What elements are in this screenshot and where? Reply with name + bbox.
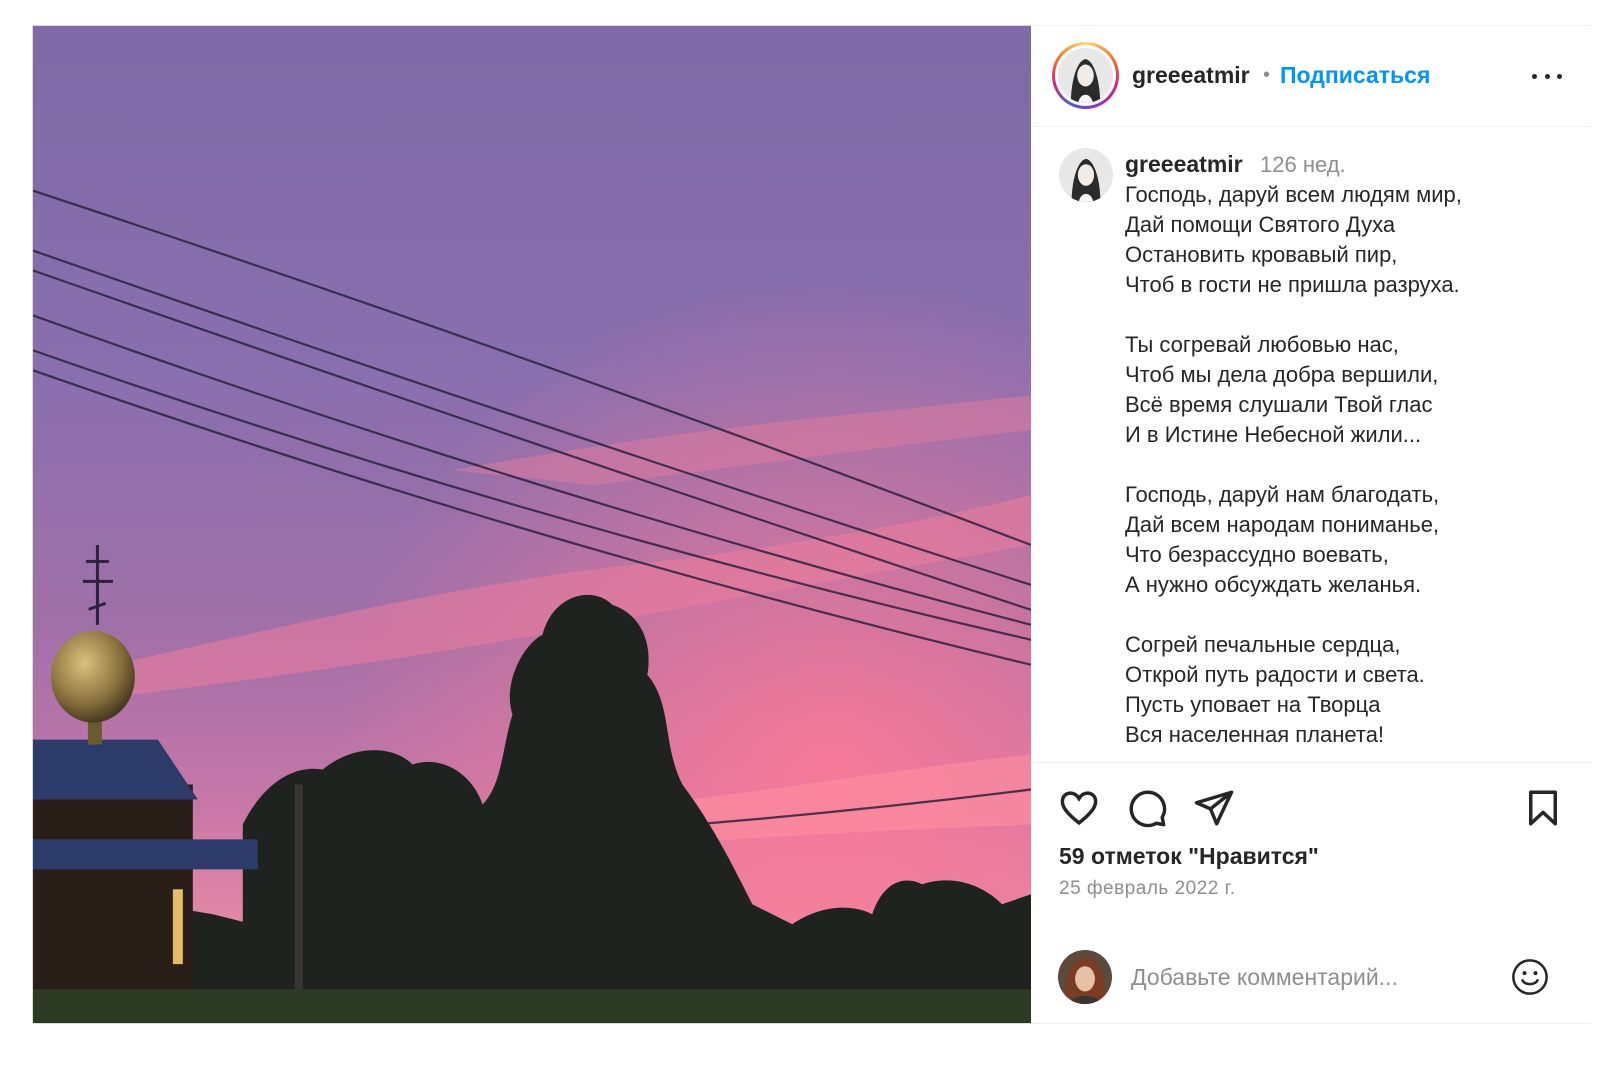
caption-line: Согрей печальные сердца, <box>1125 632 1401 657</box>
caption-line: Дай всем народам пониманье, <box>1125 512 1440 537</box>
author-avatar-story-ring[interactable] <box>1052 42 1119 109</box>
smiley-icon[interactable] <box>1510 957 1550 997</box>
caption-line: Остановить кровавый пир, <box>1125 242 1398 267</box>
caption-line: Ты согревай любовью нас, <box>1125 332 1399 357</box>
caption-line: Всё время слушали Твой глас <box>1125 392 1433 417</box>
caption-line: Господь, даруй всем людям мир, <box>1125 182 1462 207</box>
paper-plane-icon[interactable] <box>1193 787 1235 829</box>
caption-line: И в Истине Небесной жили... <box>1125 422 1422 447</box>
more-dots-icon[interactable] <box>1527 63 1567 89</box>
post-detail-panel: greeeatmir • Подписаться greeeatmir 126 … <box>1031 25 1591 1024</box>
sunset-church-image <box>33 26 1031 1023</box>
comment-icon[interactable] <box>1126 787 1168 829</box>
post-actions-section: 59 отметок "Нравится" 25 февраль 2022 г. <box>1031 762 1591 1025</box>
caption-line: Пусть уповает на Творца <box>1125 692 1381 717</box>
current-user-avatar <box>1058 950 1112 1004</box>
likes-count[interactable]: 59 отметок "Нравится" <box>1059 843 1319 870</box>
caption-line: Господь, даруй нам благодать, <box>1125 482 1440 507</box>
post-date[interactable]: 25 февраль 2022 г. <box>1059 878 1236 900</box>
caption-line: Чтоб мы дела добра вершили, <box>1125 362 1439 387</box>
caption-line: Чтоб в гости не пришла разруха. <box>1125 272 1460 297</box>
caption-line: Дай помощи Святого Духа <box>1125 212 1396 237</box>
post-header: greeeatmir • Подписаться <box>1031 26 1591 127</box>
author-username[interactable]: greeeatmir <box>1132 62 1250 89</box>
caption-line: Открой путь радости и света. <box>1125 662 1425 687</box>
caption-line: Что безрассудно воевать, <box>1125 542 1389 567</box>
bookmark-icon[interactable] <box>1522 787 1564 829</box>
follow-button[interactable]: Подписаться <box>1280 62 1430 89</box>
post-photo[interactable] <box>32 25 1031 1024</box>
comment-composer <box>1031 943 1591 1026</box>
caption-line: А нужно обсуждать желанья. <box>1125 572 1422 597</box>
author-avatar <box>1058 48 1113 103</box>
post-caption: greeeatmir 126 нед. Господь, даруй всем … <box>1031 127 1591 762</box>
caption-line: Вся населенная планета! <box>1125 722 1385 747</box>
caption-username[interactable]: greeeatmir <box>1125 151 1243 178</box>
caption-avatar[interactable] <box>1059 148 1113 202</box>
caption-text: Господь, даруй всем людям мир, Дай помощи… <box>1125 180 1555 750</box>
separator-dot: • <box>1263 64 1271 86</box>
caption-timestamp[interactable]: 126 нед. <box>1260 152 1346 178</box>
comment-input[interactable] <box>1131 959 1491 995</box>
heart-icon[interactable] <box>1058 787 1100 829</box>
